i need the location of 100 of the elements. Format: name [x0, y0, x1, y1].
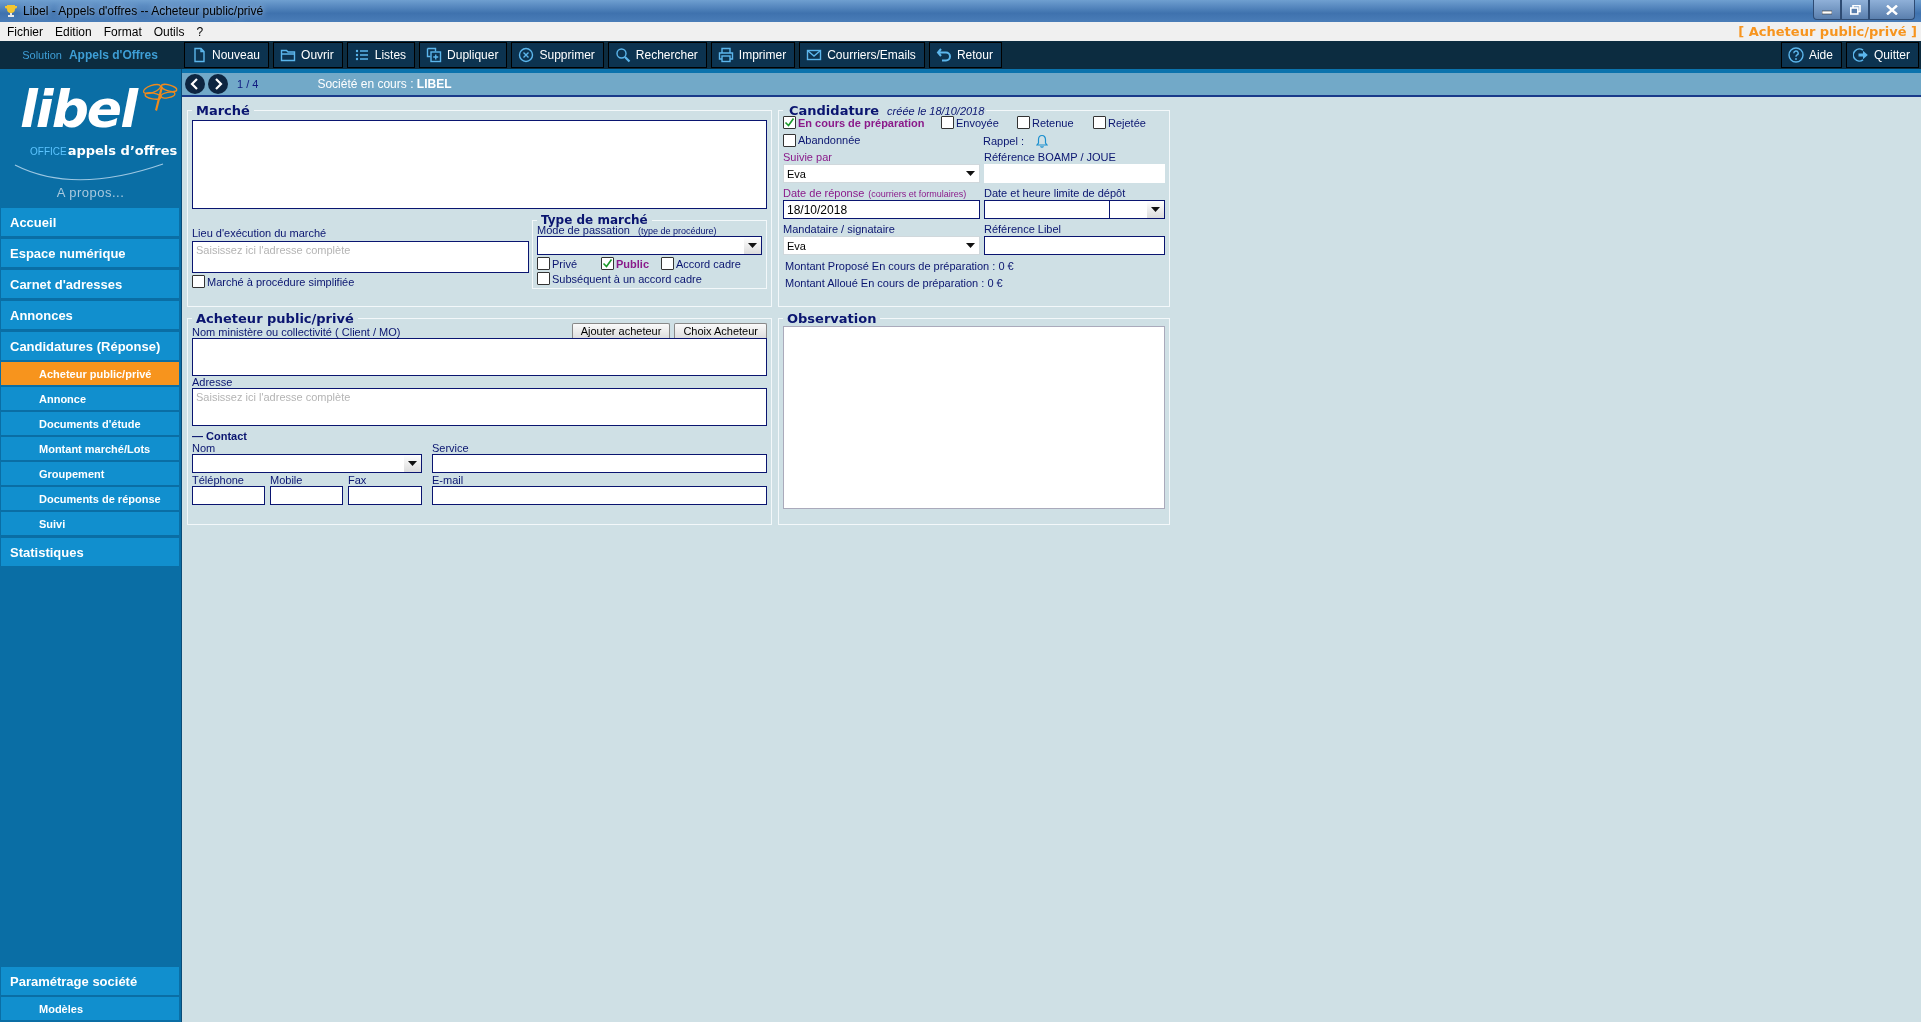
- field-label: Téléphone: [192, 474, 245, 486]
- nav-subitem[interactable]: Groupement: [1, 462, 179, 485]
- checkbox[interactable]: [1017, 116, 1030, 129]
- toolbar-button[interactable]: Dupliquer: [419, 42, 508, 68]
- nav-item[interactable]: Carnet d'adresses: [1, 270, 179, 298]
- text-area[interactable]: [192, 338, 767, 376]
- checkbox[interactable]: [537, 257, 550, 270]
- panel-title: Observation: [786, 311, 878, 326]
- logo-subtitle: OFFICE: [30, 146, 67, 157]
- restore-button[interactable]: [1841, 0, 1869, 20]
- checkbox[interactable]: [1093, 116, 1106, 129]
- toolbar-button[interactable]: Rechercher: [607, 42, 707, 68]
- address-field[interactable]: Saisissez ici l'adresse complète: [192, 241, 529, 273]
- menu-item[interactable]: Format: [103, 24, 142, 39]
- field-label: Référence BOAMP / JOUE: [984, 151, 1116, 163]
- checkbox[interactable]: [537, 272, 550, 285]
- solution-name: Appels d'Offres: [68, 48, 158, 62]
- checkbox[interactable]: [661, 257, 674, 270]
- toolbar-button[interactable]: Ouvrir: [273, 42, 343, 68]
- menu-item[interactable]: Outils: [153, 24, 185, 39]
- restore-icon: [1849, 4, 1861, 15]
- logo-product: appels d’offres: [67, 143, 178, 158]
- toolbar-button[interactable]: Supprimer: [511, 42, 604, 68]
- current-company: Société en cours : LIBEL: [317, 77, 452, 91]
- nav-subitem[interactable]: Documents d'étude: [1, 412, 179, 435]
- field-label: E-mail: [432, 474, 465, 486]
- checkbox[interactable]: [941, 116, 954, 129]
- text-field[interactable]: [432, 454, 767, 473]
- list-icon: [353, 47, 370, 63]
- chevron-right-icon: [213, 78, 223, 90]
- text-field[interactable]: [348, 486, 422, 505]
- text-area[interactable]: [192, 120, 767, 209]
- checkbox[interactable]: [783, 116, 796, 129]
- screen-title: [ Acheteur public/privé ]: [1738, 24, 1917, 39]
- checkbox-label: Marché à procédure simplifiée: [207, 275, 355, 288]
- menu-item[interactable]: Fichier: [7, 24, 43, 39]
- logo-text: libel: [20, 83, 136, 135]
- field-label: Nom: [192, 442, 217, 454]
- text-field[interactable]: 18/10/2018: [783, 200, 980, 219]
- nav-subitem[interactable]: Modèles: [1, 997, 179, 1020]
- dropdown[interactable]: Eva: [783, 164, 980, 183]
- nav-subitem[interactable]: Documents de réponse: [1, 487, 179, 510]
- checkbox[interactable]: [783, 133, 796, 147]
- dropdown[interactable]: Eva: [783, 236, 980, 255]
- action-button[interactable]: Ajouter acheteur: [571, 323, 671, 338]
- dropdown[interactable]: [537, 236, 762, 255]
- field-label: Service: [432, 442, 470, 454]
- toolbar-button[interactable]: Retour: [928, 42, 1002, 68]
- checkbox-label: Retenue: [1032, 116, 1074, 129]
- toolbar-button[interactable]: Courriers/Emails: [799, 42, 925, 68]
- toolbar-button[interactable]: Aide: [1780, 42, 1842, 68]
- next-button[interactable]: [208, 74, 228, 94]
- previous-button[interactable]: [185, 74, 205, 94]
- nav-item[interactable]: Statistiques: [1, 538, 179, 566]
- nav-item[interactable]: Annonces: [1, 301, 179, 329]
- trophy-icon: [4, 4, 18, 18]
- action-button[interactable]: Choix Acheteur: [674, 323, 767, 338]
- text-field[interactable]: [192, 486, 265, 505]
- field-label: Mobile: [270, 474, 304, 486]
- nav-item[interactable]: Espace numérique: [1, 239, 179, 267]
- address-field[interactable]: Saisissez ici l'adresse complète: [192, 388, 767, 426]
- date-time-field[interactable]: [984, 200, 1165, 219]
- reminder-label: Rappel :: [983, 135, 1024, 147]
- nav-subitem[interactable]: Suivi: [1, 512, 179, 535]
- chevron-left-icon: [190, 78, 200, 90]
- document-icon: [191, 47, 207, 63]
- field-label: Mandataire / signataire: [783, 223, 895, 235]
- text-field[interactable]: [984, 236, 1165, 255]
- folder-icon: [280, 47, 297, 63]
- dropdown[interactable]: [192, 454, 422, 473]
- checkbox[interactable]: [192, 275, 205, 288]
- text-field[interactable]: [270, 486, 343, 505]
- nav-item[interactable]: Paramétrage société: [1, 967, 179, 995]
- toolbar-button[interactable]: Quitter: [1846, 42, 1919, 68]
- field-hint: (courriers et formulaires): [868, 189, 967, 199]
- duplicate-icon: [426, 47, 443, 63]
- panel-title: Candidature: [788, 103, 881, 118]
- creation-date: créée le 18/10/2018: [887, 105, 985, 117]
- field-label: Fax: [348, 474, 368, 486]
- close-icon: [1886, 4, 1898, 15]
- field-label: Adresse: [192, 376, 234, 388]
- caret-icon: [966, 243, 975, 248]
- toolbar-button[interactable]: Listes: [346, 42, 416, 68]
- checkbox-label: En cours de préparation: [798, 116, 925, 129]
- checkbox-label: Accord cadre: [676, 257, 741, 270]
- toolbar-button[interactable]: Imprimer: [710, 42, 796, 68]
- field-label: Nom ministère ou collectivité ( Client / MO): [192, 326, 401, 338]
- minimize-button[interactable]: [1813, 0, 1841, 20]
- text-field[interactable]: [432, 486, 767, 505]
- checkbox-label: Abandonnée: [798, 134, 861, 146]
- toolbar-button[interactable]: Nouveau: [184, 42, 270, 68]
- menu-item[interactable]: Edition: [55, 24, 92, 39]
- caret-icon: [1151, 207, 1160, 212]
- checkbox[interactable]: [601, 257, 614, 270]
- menu-item[interactable]: ?: [196, 24, 204, 39]
- nav-item[interactable]: Accueil: [1, 208, 179, 236]
- nav-subitem[interactable]: Montant marché/Lots: [1, 437, 179, 460]
- nav-subitem[interactable]: Annonce: [1, 387, 179, 410]
- close-button[interactable]: [1869, 0, 1915, 20]
- nav-item[interactable]: Candidatures (Réponse): [1, 332, 179, 360]
